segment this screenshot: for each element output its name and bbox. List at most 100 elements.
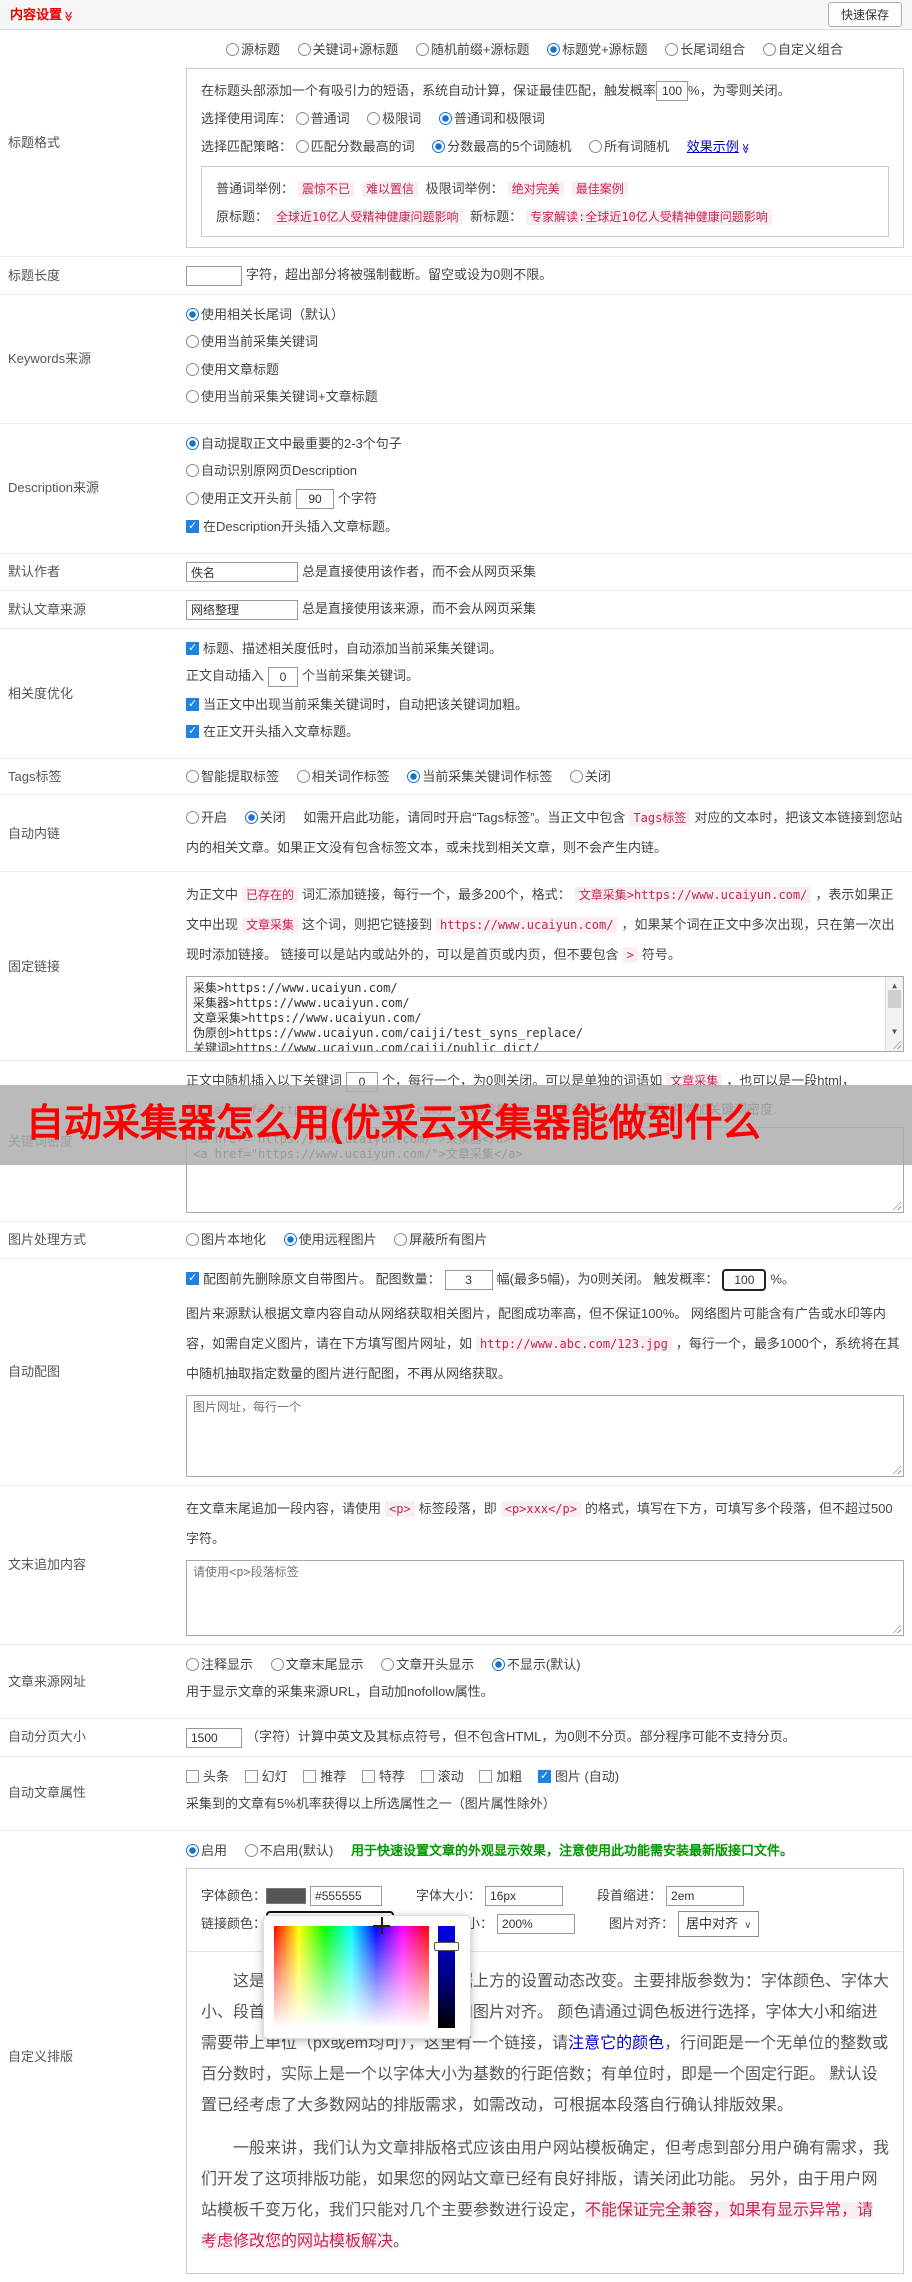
title-probability-input[interactable]: [656, 81, 688, 101]
radio-article-end-display[interactable]: 文章末尾显示: [271, 1655, 364, 1675]
static-text: %，为零则关闭。: [688, 83, 791, 98]
checkbox-recommend[interactable]: 推荐: [303, 1767, 346, 1787]
radio-block-images[interactable]: 屏蔽所有图片: [394, 1230, 487, 1250]
image-align-select[interactable]: 居中对齐∨: [678, 1911, 759, 1937]
radio-article-start-display[interactable]: 文章开头显示: [381, 1655, 474, 1675]
append-content-textarea[interactable]: 请使用<p>段落标签: [186, 1560, 904, 1636]
checkbox-bold[interactable]: 加粗: [479, 1767, 522, 1787]
radio-label: 开启: [201, 810, 227, 825]
checkbox-label: 在正文开头插入文章标题。: [203, 724, 359, 739]
radio-first-chars[interactable]: 使用正文开头前个字符: [186, 489, 904, 510]
textarea-line: 伪原创>https://www.ucaiyun.com/caiji/test_s…: [193, 1026, 881, 1041]
textarea-line: 采集>https://www.ucaiyun.com/: [193, 981, 881, 996]
radio-label: 匹配分数最高的词: [311, 139, 415, 154]
default-author-input[interactable]: [186, 562, 298, 582]
preview-link[interactable]: 注意它的颜色: [568, 2035, 664, 2052]
quick-save-button[interactable]: 快速保存: [828, 2, 902, 27]
checkbox-special[interactable]: 特荐: [362, 1767, 405, 1787]
checkbox-slideshow[interactable]: 幻灯: [245, 1767, 288, 1787]
row-label: Description来源: [8, 478, 186, 498]
checkbox-insert-title-into-description[interactable]: 在Description开头插入文章标题。: [186, 517, 904, 537]
insert-keywords-count-line: 正文自动插入个当前采集关键词。: [186, 666, 904, 687]
radio-prefix-source-title[interactable]: 随机前缀+源标题: [416, 40, 530, 60]
checkbox-icon[interactable]: [186, 1272, 199, 1285]
checkbox-add-keywords-low-relevance[interactable]: 标题、描述相关度低时，自动添加当前采集关键词。: [186, 639, 904, 659]
checkbox-insert-title-into-body[interactable]: 在正文开头插入文章标题。: [186, 722, 904, 742]
shade-slider[interactable]: [438, 1926, 455, 2028]
resize-grip-icon[interactable]: [891, 1623, 901, 1633]
checkbox-scroll[interactable]: 滚动: [421, 1767, 464, 1787]
radio-all-random[interactable]: 所有词随机: [589, 137, 669, 157]
radio-top5-random[interactable]: 分数最高的5个词随机: [432, 137, 571, 157]
radio-icon: [186, 1233, 199, 1246]
radio-auto-extract[interactable]: 自动提取正文中最重要的2-3个句子: [186, 434, 904, 454]
radio-original-description[interactable]: 自动识别原网页Description: [186, 461, 904, 481]
default-source-input[interactable]: [186, 600, 298, 620]
radio-current-keywords[interactable]: 使用当前采集关键词: [186, 332, 904, 352]
static-text: 符号。: [642, 947, 681, 962]
code-chip: 已存在的: [242, 887, 298, 903]
resize-grip-icon[interactable]: [891, 1464, 901, 1474]
watermark-text: 自动采集器怎么用(优采云采集器能做到什么: [26, 1085, 761, 1165]
radio-extreme-words[interactable]: 极限词: [367, 109, 421, 129]
radio-tags-off[interactable]: 关闭: [570, 767, 611, 787]
radio-remote-images[interactable]: 使用远程图片: [284, 1230, 377, 1250]
radio-keyword-source-title[interactable]: 关键词+源标题: [298, 40, 399, 60]
scrollbar-thumb[interactable]: [888, 990, 901, 1008]
checkbox-bold-keywords[interactable]: 当正文中出现当前采集关键词时，自动把该关键词加粗。: [186, 695, 904, 715]
radio-keywords-plus-title[interactable]: 使用当前采集关键词+文章标题: [186, 387, 904, 407]
textarea-placeholder: 请使用<p>段落标签: [193, 1565, 881, 1580]
radio-typeset-disable[interactable]: 不启用(默认): [245, 1841, 334, 1861]
color-gradient-square[interactable]: [274, 1926, 429, 2028]
page-title[interactable]: 内容设置≫: [10, 5, 73, 25]
radio-label: 使用文章标题: [201, 362, 279, 377]
page-size-input[interactable]: [186, 1728, 242, 1748]
static-text: 。: [393, 2233, 409, 2250]
radio-typeset-enable[interactable]: 启用: [186, 1841, 227, 1861]
row-label: 标题长度: [8, 266, 186, 286]
line-height-input[interactable]: [497, 1914, 575, 1934]
radio-label: 关闭: [260, 810, 286, 825]
radio-custom-combo[interactable]: 自定义组合: [763, 40, 843, 60]
font-color-input[interactable]: [310, 1886, 382, 1906]
radio-no-display[interactable]: 不显示(默认): [492, 1655, 581, 1675]
radio-clickbait-source-title[interactable]: 标题党+源标题: [547, 40, 648, 60]
radio-smart-tags[interactable]: 智能提取标签: [186, 767, 279, 787]
checkbox-headline[interactable]: 头条: [186, 1767, 229, 1787]
static-text: 极限词举例：: [426, 181, 504, 196]
radio-article-title[interactable]: 使用文章标题: [186, 360, 904, 380]
radio-innerlink-on[interactable]: 开启: [186, 803, 227, 833]
probability-line: 在标题头部添加一个有吸引力的短语，系统自动计算，保证最佳匹配，触发概率%，为零则…: [201, 81, 889, 102]
insert-keywords-count-input[interactable]: [268, 667, 298, 687]
radio-related-tags[interactable]: 相关词作标签: [297, 767, 390, 787]
radio-icon: [381, 1658, 394, 1671]
first-chars-count-input[interactable]: [296, 489, 334, 509]
font-color-swatch[interactable]: [266, 1888, 306, 1904]
radio-highest-score[interactable]: 匹配分数最高的词: [296, 137, 415, 157]
indent-input[interactable]: [666, 1886, 744, 1906]
radio-icon: [547, 43, 560, 56]
radio-both-words[interactable]: 普通词和极限词: [439, 109, 545, 129]
radio-icon: [186, 811, 199, 824]
title-length-input[interactable]: [186, 266, 242, 286]
scroll-down-icon[interactable]: ▼: [886, 1024, 903, 1039]
image-count-input[interactable]: [445, 1270, 493, 1290]
fixed-links-textarea[interactable]: 采集>https://www.ucaiyun.com/ 采集器>https://…: [186, 976, 904, 1052]
demo-link[interactable]: 效果示例≫: [687, 139, 750, 154]
shade-slider-handle[interactable]: [434, 1942, 459, 1951]
image-probability-input[interactable]: [722, 1269, 766, 1291]
radio-current-keyword-tags[interactable]: 当前采集关键词作标签: [407, 767, 552, 787]
radio-innerlink-off[interactable]: 关闭: [245, 803, 286, 833]
radio-longtail-keywords[interactable]: 使用相关长尾词（默认）: [186, 305, 904, 325]
image-urls-textarea[interactable]: 图片网址，每行一个: [186, 1395, 904, 1477]
radio-source-title[interactable]: 源标题: [226, 40, 280, 60]
color-crosshair-icon[interactable]: [373, 1917, 390, 1934]
font-size-input[interactable]: [485, 1886, 563, 1906]
radio-longtail-combo[interactable]: 长尾词组合: [665, 40, 745, 60]
radio-localize-images[interactable]: 图片本地化: [186, 1230, 266, 1250]
radio-normal-words[interactable]: 普通词: [296, 109, 350, 129]
resize-grip-icon[interactable]: [891, 1200, 901, 1210]
code-chip: 难以置信: [362, 181, 418, 197]
radio-comment-display[interactable]: 注释显示: [186, 1655, 253, 1675]
checkbox-image-auto[interactable]: 图片 (自动): [538, 1767, 619, 1787]
